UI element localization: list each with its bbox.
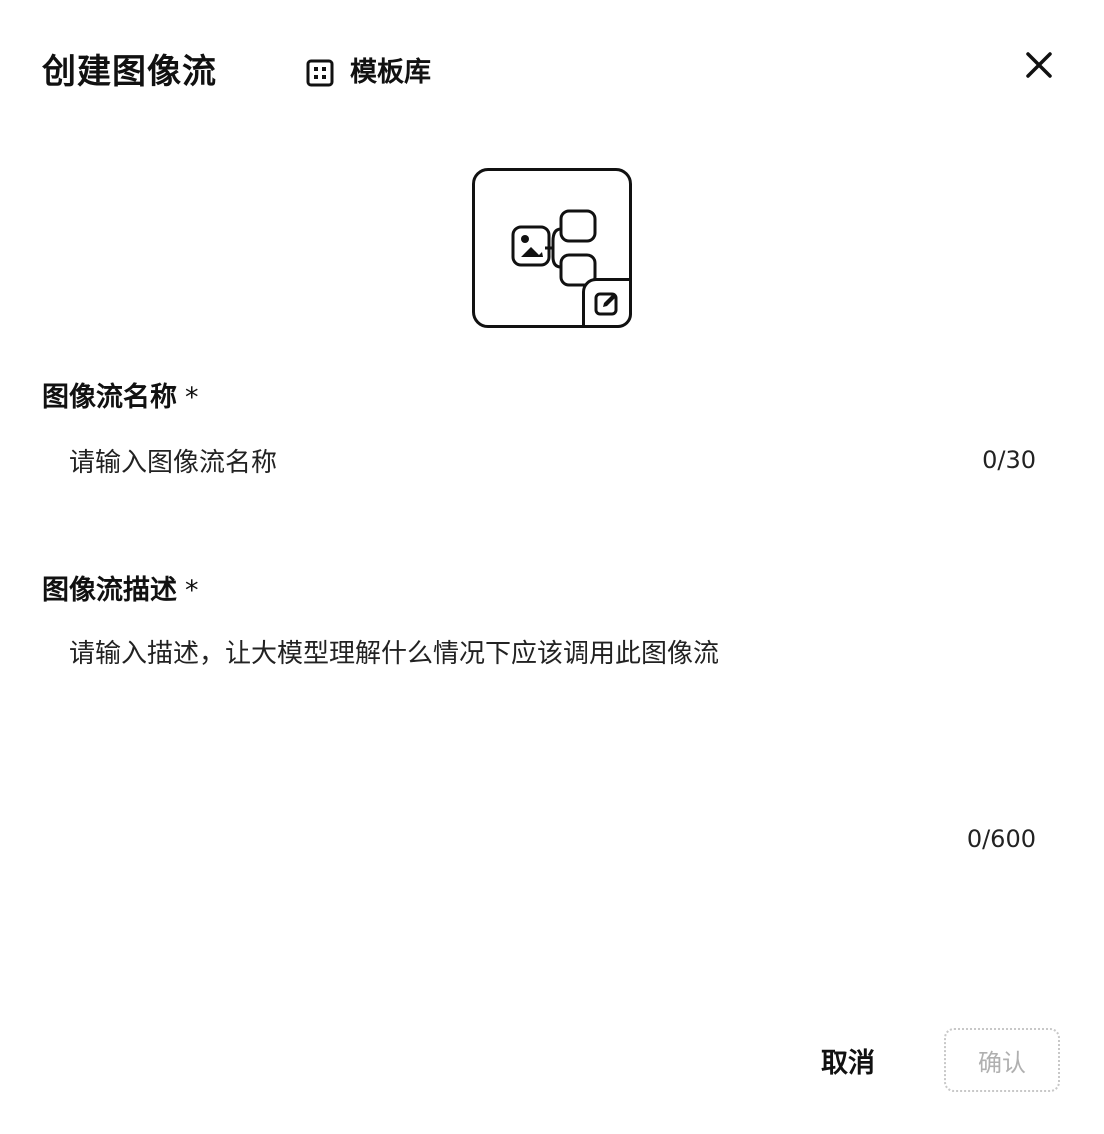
description-char-counter: 0/600 <box>966 825 1036 853</box>
confirm-button[interactable]: 确认 <box>944 1028 1060 1092</box>
template-library-label: 模板库 <box>350 57 431 88</box>
cancel-button[interactable]: 取消 <box>796 1028 900 1092</box>
required-mark: * <box>185 382 199 413</box>
name-field-label: 图像流名称 * <box>42 381 199 415</box>
edit-icon <box>594 292 618 316</box>
name-char-counter: 0/30 <box>982 446 1036 474</box>
required-mark: * <box>185 575 199 606</box>
dialog-title: 创建图像流 <box>42 52 217 92</box>
image-flow-avatar-upload[interactable] <box>472 168 632 328</box>
description-field-label: 图像流描述 * <box>42 574 199 608</box>
name-label-text: 图像流名称 <box>42 382 177 413</box>
name-input[interactable]: 请输入图像流名称 0/30 <box>42 430 1054 500</box>
description-label-text: 图像流描述 <box>42 575 177 606</box>
grid-icon <box>306 59 334 87</box>
close-button[interactable] <box>1020 46 1058 84</box>
name-input-placeholder: 请输入图像流名称 <box>69 448 278 478</box>
description-textarea[interactable]: 请输入描述，让大模型理解什么情况下应该调用此图像流 0/600 <box>42 622 1054 872</box>
create-image-flow-dialog: 创建图像流 模板库 图像流名称 * 请输入图像流名称 0/30 图像流描述 * … <box>0 0 1104 1134</box>
edit-avatar-button[interactable] <box>582 278 632 328</box>
close-icon <box>1026 52 1052 78</box>
template-library-link[interactable]: 模板库 <box>306 56 431 90</box>
description-placeholder: 请输入描述，让大模型理解什么情况下应该调用此图像流 <box>69 639 720 669</box>
